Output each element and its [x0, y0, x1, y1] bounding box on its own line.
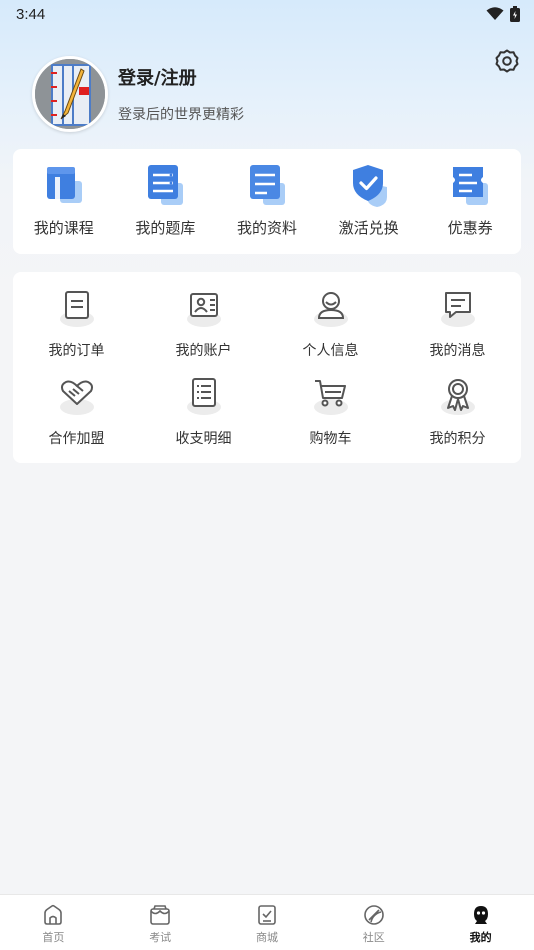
- income-expense-button[interactable]: 收支明细: [140, 376, 267, 448]
- my-courses-label: 我的课程: [33, 219, 94, 237]
- my-messages-button[interactable]: 我的消息: [394, 288, 521, 360]
- login-register-link[interactable]: 登录/注册: [118, 64, 244, 90]
- wifi-icon: [486, 7, 504, 20]
- person-icon: [313, 292, 348, 327]
- settings-gear-icon[interactable]: [494, 48, 520, 74]
- cart-icon: [313, 380, 348, 415]
- services-card: 我的订单 我的账户 个人信息 我的消息 合作加盟 收支明细 购物车 我的积分: [13, 272, 521, 463]
- tab-community[interactable]: 社区: [320, 895, 427, 950]
- activate-redeem-button[interactable]: 激活兑换: [319, 163, 419, 238]
- exam-icon: [150, 905, 170, 925]
- coupons-button[interactable]: 优惠券: [420, 163, 520, 238]
- partnership-button[interactable]: 合作加盟: [13, 376, 140, 448]
- mine-icon: [473, 906, 488, 924]
- battery-icon: [510, 6, 520, 22]
- tab-mine-label: 我的: [469, 931, 492, 944]
- question-bank-icon: [148, 165, 184, 205]
- my-account-label: 我的账户: [175, 343, 232, 359]
- home-icon: [44, 904, 63, 925]
- status-bar: 3:44: [0, 0, 534, 28]
- shop-icon: [258, 905, 276, 925]
- login-subtitle: 登录后的世界更精彩: [118, 107, 244, 123]
- question-bank-label: 我的题库: [135, 219, 196, 237]
- personal-info-label: 个人信息: [302, 343, 359, 359]
- my-courses-button[interactable]: 我的课程: [14, 163, 114, 238]
- profile-header[interactable]: 登录/注册 登录后的世界更精彩: [32, 56, 244, 132]
- coupon-icon: [453, 167, 489, 205]
- my-orders-label: 我的订单: [48, 343, 105, 359]
- tab-home-label: 首页: [42, 931, 65, 944]
- tab-home[interactable]: 首页: [0, 895, 107, 950]
- account-icon: [186, 293, 221, 327]
- shopping-cart-button[interactable]: 购物车: [267, 376, 394, 448]
- materials-icon: [249, 165, 285, 205]
- bottom-tab-bar: 首页 考试 商城 社区 我的: [0, 894, 534, 950]
- my-messages-label: 我的消息: [429, 343, 486, 359]
- quick-links-card: 我的课程 我的题库 我的资料 激活兑换 优惠券: [13, 149, 521, 254]
- activate-redeem-label: 激活兑换: [338, 219, 399, 237]
- my-points-label: 我的积分: [429, 431, 486, 447]
- avatar[interactable]: [32, 56, 108, 132]
- shopping-cart-label: 购物车: [309, 431, 352, 447]
- tab-exam[interactable]: 考试: [107, 895, 214, 950]
- medal-icon: [440, 379, 475, 415]
- tab-exam-label: 考试: [149, 931, 172, 944]
- partnership-label: 合作加盟: [48, 431, 105, 447]
- my-account-button[interactable]: 我的账户: [140, 288, 267, 360]
- order-icon: [59, 291, 94, 327]
- my-materials-label: 我的资料: [236, 219, 297, 237]
- income-expense-label: 收支明细: [175, 431, 232, 447]
- message-icon: [440, 292, 475, 327]
- status-time: 3:44: [16, 5, 46, 23]
- community-icon: [363, 905, 384, 925]
- tab-shop-label: 商城: [255, 931, 278, 944]
- handshake-icon: [59, 380, 94, 415]
- my-points-button[interactable]: 我的积分: [394, 376, 521, 448]
- course-icon: [46, 167, 82, 203]
- coupons-label: 优惠券: [447, 219, 493, 237]
- question-bank-button[interactable]: 我的题库: [115, 163, 215, 238]
- tab-community-label: 社区: [362, 931, 385, 944]
- tab-shop[interactable]: 商城: [214, 895, 321, 950]
- my-materials-button[interactable]: 我的资料: [217, 163, 317, 238]
- personal-info-button[interactable]: 个人信息: [267, 288, 394, 360]
- tab-mine[interactable]: 我的: [427, 895, 534, 950]
- ledger-icon: [186, 378, 221, 415]
- activate-shield-icon: [352, 165, 387, 207]
- my-orders-button[interactable]: 我的订单: [13, 288, 140, 360]
